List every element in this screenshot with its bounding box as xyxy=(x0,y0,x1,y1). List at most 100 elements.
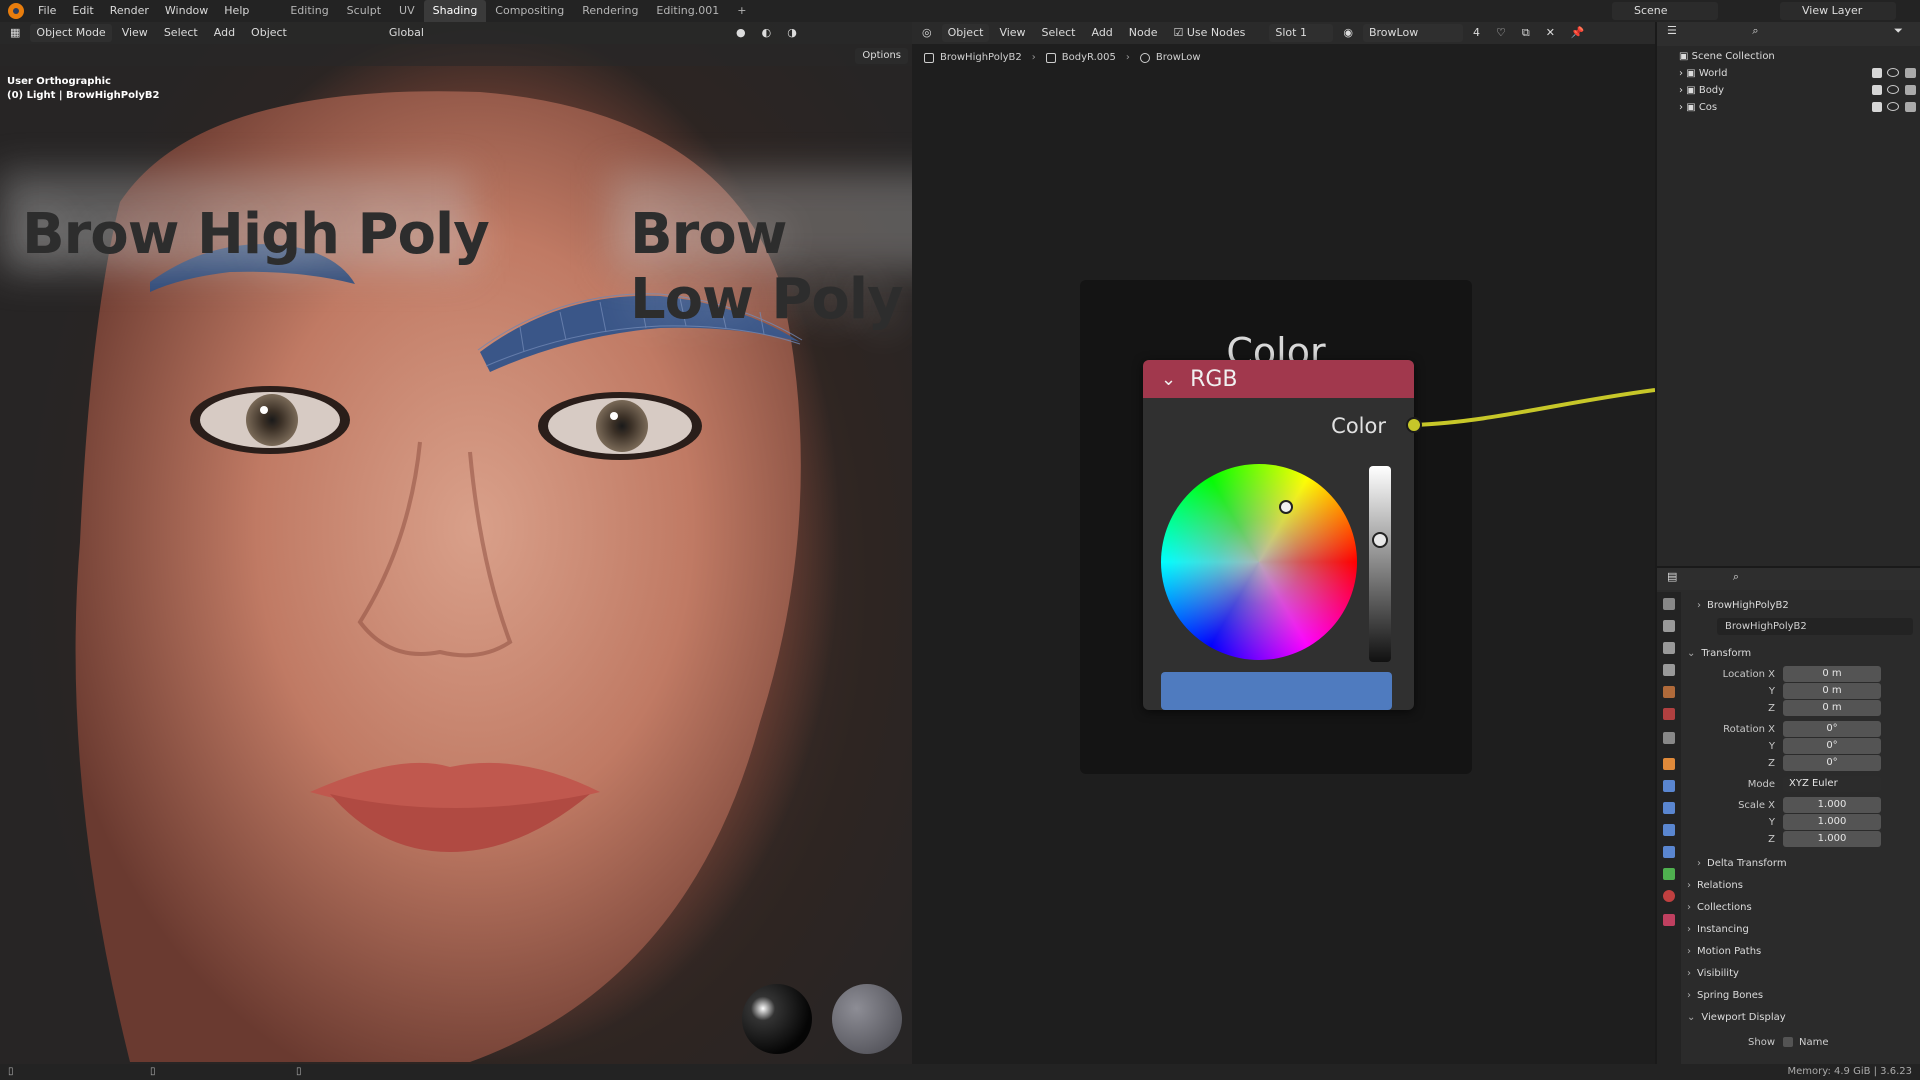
texture-tab-icon[interactable] xyxy=(1663,914,1675,926)
color-output-socket[interactable] xyxy=(1406,417,1422,433)
tab-compositing[interactable]: Compositing xyxy=(486,0,573,22)
outliner-item-world[interactable]: › ▣ World xyxy=(1657,65,1920,82)
collections-panel[interactable]: Collections xyxy=(1687,902,1752,913)
color-swatch[interactable] xyxy=(1161,672,1392,710)
node-menu-node[interactable]: Node xyxy=(1123,24,1164,42)
visibility-eye-icon[interactable] xyxy=(1887,102,1899,111)
physics-tab-icon[interactable] xyxy=(1663,824,1675,836)
collapse-chevron-icon[interactable]: ⌄ xyxy=(1161,369,1176,390)
object-dropdown[interactable]: Object xyxy=(941,24,990,42)
viewport-display-panel[interactable]: Viewport Display xyxy=(1687,1012,1785,1023)
menu-help[interactable]: Help xyxy=(216,0,257,22)
rotation-x-field[interactable]: 0° xyxy=(1783,721,1881,737)
add-workspace-button[interactable]: + xyxy=(728,0,755,22)
tool-tab-icon[interactable] xyxy=(1663,598,1675,610)
location-x-field[interactable]: 0 m xyxy=(1783,666,1881,682)
shader-node-editor[interactable]: ◎ Object View Select Add Node ☑ Use Node… xyxy=(912,22,1655,1064)
search-icon[interactable]: ⌕ xyxy=(1746,24,1764,37)
tab-editing-001[interactable]: Editing.001 xyxy=(647,0,728,22)
value-slider[interactable] xyxy=(1369,466,1391,662)
view-layer-selector[interactable]: View Layer xyxy=(1780,2,1896,20)
location-z-field[interactable]: 0 m xyxy=(1783,700,1881,716)
tab-uv[interactable]: UV xyxy=(390,0,424,22)
modifier-tab-icon[interactable] xyxy=(1663,780,1675,792)
rotation-z-field[interactable]: 0° xyxy=(1783,755,1881,771)
node-editor-type-icon[interactable]: ◎ xyxy=(916,24,938,42)
rgb-node[interactable]: ⌄ RGB Color xyxy=(1143,360,1422,710)
color-wheel-cursor[interactable] xyxy=(1279,500,1293,514)
render-tab-icon[interactable] xyxy=(1663,620,1675,632)
world-tab-icon[interactable] xyxy=(1663,708,1675,720)
data-tab-icon[interactable] xyxy=(1663,868,1675,880)
pin-icon[interactable]: 📌 xyxy=(1565,24,1591,42)
tab-editing[interactable]: Editing xyxy=(281,0,337,22)
include-checkbox[interactable] xyxy=(1872,102,1882,112)
duplicate-material-icon[interactable]: ⧉ xyxy=(1516,24,1536,42)
show-name-checkbox[interactable] xyxy=(1783,1037,1793,1047)
search-icon[interactable]: ⌕ xyxy=(1727,570,1745,583)
rgb-node-header[interactable]: ⌄ RGB xyxy=(1143,360,1414,398)
visibility-eye-icon[interactable] xyxy=(1887,68,1899,77)
scene-collection-row[interactable]: ▣ Scene Collection xyxy=(1657,48,1920,65)
material-name-field[interactable]: BrowLow xyxy=(1362,24,1463,42)
menu-edit[interactable]: Edit xyxy=(64,0,101,22)
rotation-y-field[interactable]: 0° xyxy=(1783,738,1881,754)
breadcrumb-material[interactable]: BrowLow xyxy=(1156,52,1201,63)
view-layer-tab-icon[interactable] xyxy=(1663,664,1675,676)
outliner-type-icon[interactable]: ☰ xyxy=(1661,24,1683,37)
scene-selector[interactable]: Scene xyxy=(1612,2,1718,20)
menu-file[interactable]: File xyxy=(30,0,64,22)
delta-transform-panel[interactable]: Delta Transform xyxy=(1697,858,1787,869)
object-name-field[interactable]: BrowHighPolyB2 xyxy=(1717,618,1913,635)
collection-tab-icon[interactable] xyxy=(1663,732,1675,744)
outliner-item-cos[interactable]: › ▣ Cos xyxy=(1657,99,1920,116)
outliner-item-body[interactable]: › ▣ Body xyxy=(1657,82,1920,99)
scene-tab-icon[interactable] xyxy=(1663,686,1675,698)
visibility-eye-icon[interactable] xyxy=(1887,85,1899,94)
tab-sculpt[interactable]: Sculpt xyxy=(338,0,390,22)
scale-y-field[interactable]: 1.000 xyxy=(1783,814,1881,830)
output-tab-icon[interactable] xyxy=(1663,642,1675,654)
use-nodes-checkbox[interactable]: ☑ Use Nodes xyxy=(1168,24,1252,42)
node-menu-view[interactable]: View xyxy=(993,24,1031,42)
material-user-count[interactable]: 4 xyxy=(1467,24,1486,42)
breadcrumb-object[interactable]: BrowHighPolyB2 xyxy=(940,52,1022,63)
fake-user-icon[interactable]: ♡ xyxy=(1490,24,1512,42)
tab-shading[interactable]: Shading xyxy=(423,0,487,22)
particles-tab-icon[interactable] xyxy=(1663,802,1675,814)
slot-dropdown[interactable]: Slot 1 xyxy=(1269,24,1334,42)
object-tab-icon[interactable] xyxy=(1663,758,1675,770)
breadcrumb-mesh[interactable]: BodyR.005 xyxy=(1062,52,1116,63)
scale-x-field[interactable]: 1.000 xyxy=(1783,797,1881,813)
visibility-panel[interactable]: Visibility xyxy=(1687,968,1739,979)
unlink-material-icon[interactable]: ✕ xyxy=(1540,24,1561,42)
scale-z-field[interactable]: 1.000 xyxy=(1783,831,1881,847)
menu-window[interactable]: Window xyxy=(157,0,216,22)
render-camera-icon[interactable] xyxy=(1905,68,1916,78)
location-y-field[interactable]: 0 m xyxy=(1783,683,1881,699)
rotation-mode-dropdown[interactable]: XYZ Euler xyxy=(1783,776,1881,792)
node-menu-add[interactable]: Add xyxy=(1085,24,1118,42)
tab-rendering[interactable]: Rendering xyxy=(573,0,647,22)
render-camera-icon[interactable] xyxy=(1905,102,1916,112)
spring-bones-panel[interactable]: Spring Bones xyxy=(1687,990,1763,1001)
render-camera-icon[interactable] xyxy=(1905,85,1916,95)
value-slider-handle[interactable] xyxy=(1372,532,1388,548)
transform-panel-header[interactable]: Transform xyxy=(1687,648,1751,659)
outliner[interactable]: ☰ ⌕ ⏷ ▣ Scene Collection › ▣ World › ▣ B… xyxy=(1655,22,1920,566)
material-tab-icon[interactable] xyxy=(1663,890,1675,902)
node-menu-select[interactable]: Select xyxy=(1036,24,1082,42)
properties-type-icon[interactable]: ▤ xyxy=(1661,570,1683,583)
menu-render[interactable]: Render xyxy=(102,0,157,22)
instancing-panel[interactable]: Instancing xyxy=(1687,924,1749,935)
motion-paths-panel[interactable]: Motion Paths xyxy=(1687,946,1761,957)
properties-editor[interactable]: ▤ ⌕ BrowHighPolyB2 BrowHighPolyB2 Transf… xyxy=(1655,566,1920,1066)
color-wheel[interactable] xyxy=(1161,464,1357,660)
constraints-tab-icon[interactable] xyxy=(1663,846,1675,858)
include-checkbox[interactable] xyxy=(1872,68,1882,78)
filter-icon[interactable]: ⏷ xyxy=(1888,24,1909,37)
include-checkbox[interactable] xyxy=(1872,85,1882,95)
blender-logo-icon[interactable] xyxy=(8,3,24,19)
relations-panel[interactable]: Relations xyxy=(1687,880,1743,891)
3d-viewport[interactable]: ▦ Object Mode View Select Add Object Glo… xyxy=(0,22,912,1064)
